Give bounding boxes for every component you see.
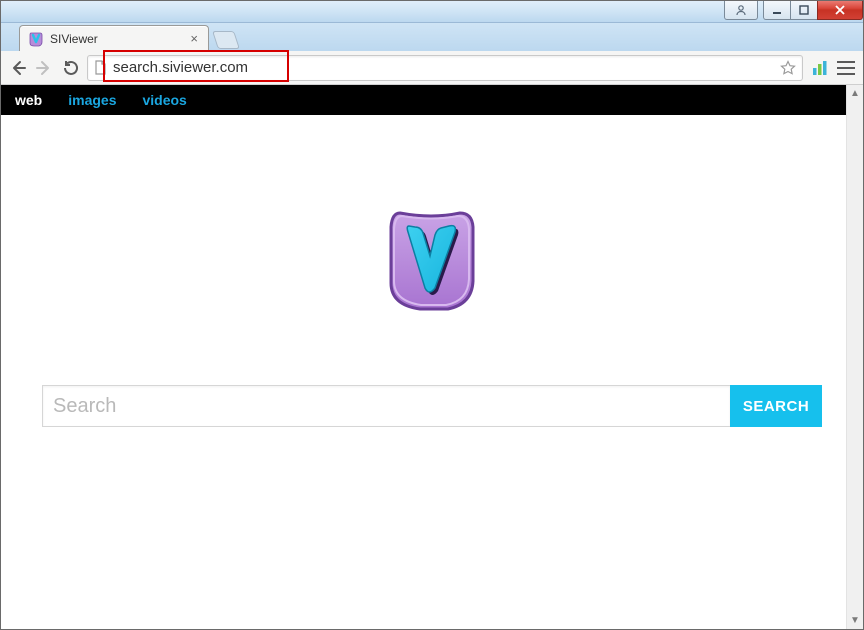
search-form: SEARCH <box>42 385 822 427</box>
window-close-button[interactable] <box>817 1 863 20</box>
scroll-down-arrow[interactable]: ▼ <box>847 612 863 629</box>
minimize-icon <box>772 5 782 15</box>
vertical-scrollbar[interactable]: ▲ ▼ <box>846 85 863 629</box>
site-logo <box>382 205 482 315</box>
scroll-track[interactable] <box>847 102 863 612</box>
window-controls <box>725 1 863 21</box>
forward-arrow-icon <box>35 59 53 77</box>
nav-tab-images[interactable]: images <box>68 92 116 108</box>
tab-favicon <box>28 31 44 47</box>
window-user-button[interactable] <box>724 1 758 20</box>
browser-toolbar: search.siviewer.com <box>1 51 863 85</box>
close-icon <box>834 5 846 15</box>
main-content: SEARCH <box>1 115 863 427</box>
bookmark-star-button[interactable] <box>780 60 796 76</box>
tab-close-button[interactable]: × <box>188 32 200 45</box>
browser-menu-button[interactable] <box>837 61 855 75</box>
address-bar-text: search.siviewer.com <box>113 59 780 76</box>
window-titlebar <box>1 1 863 23</box>
search-category-nav: web images videos <box>1 85 863 115</box>
window-maximize-button[interactable] <box>790 1 818 20</box>
new-tab-button[interactable] <box>212 31 240 49</box>
nav-tab-web[interactable]: web <box>15 92 42 108</box>
scroll-up-arrow[interactable]: ▲ <box>847 85 863 102</box>
hamburger-line <box>837 67 855 69</box>
window-minimize-button[interactable] <box>763 1 791 20</box>
search-input[interactable] <box>42 385 730 427</box>
forward-button[interactable] <box>35 59 53 77</box>
reload-icon <box>62 59 79 76</box>
back-arrow-icon <box>9 59 27 77</box>
maximize-icon <box>799 5 809 15</box>
page-icon <box>94 60 107 75</box>
user-icon <box>735 4 747 16</box>
hamburger-line <box>837 61 855 63</box>
search-button[interactable]: SEARCH <box>730 385 822 427</box>
nav-tab-videos[interactable]: videos <box>142 92 186 108</box>
reload-button[interactable] <box>61 59 79 77</box>
page-content: web images videos SEARCH <box>1 85 863 629</box>
address-bar[interactable]: search.siviewer.com <box>87 55 803 81</box>
hamburger-line <box>837 73 855 75</box>
browser-tab[interactable]: SIViewer × <box>19 25 209 51</box>
tab-title: SIViewer <box>50 32 188 46</box>
back-button[interactable] <box>9 59 27 77</box>
browser-tabstrip: SIViewer × <box>1 23 863 51</box>
extension-button[interactable] <box>811 59 829 77</box>
